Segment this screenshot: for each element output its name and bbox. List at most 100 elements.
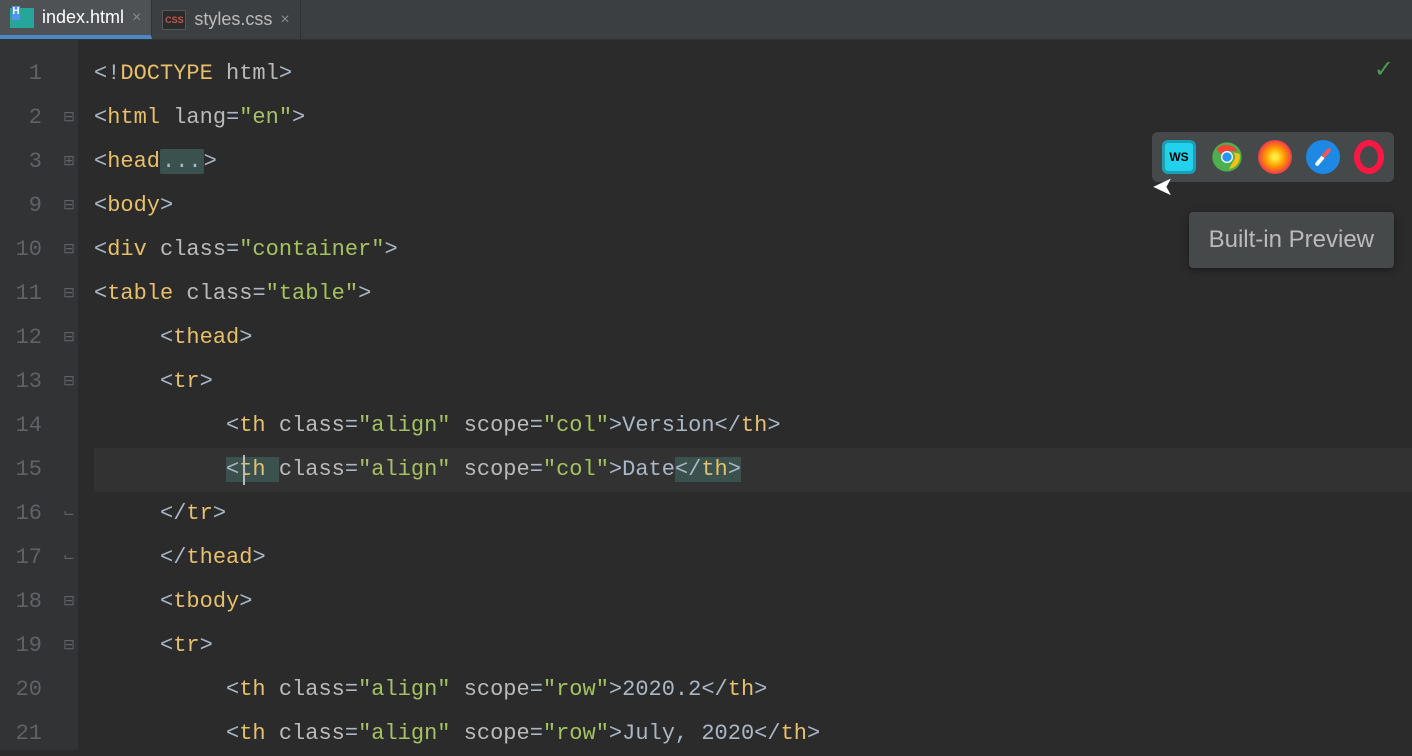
syntax-punc: = [252, 281, 265, 306]
code-line[interactable]: <tbody> [94, 580, 1412, 624]
syntax-punc: > [754, 677, 767, 702]
code-line[interactable]: <th class="align" scope="row">2020.2</th… [94, 668, 1412, 712]
syntax-tag: head [107, 149, 160, 174]
syntax-punc: < [160, 369, 173, 394]
syntax-punc: < [160, 325, 173, 350]
syntax-tag: div [107, 237, 160, 262]
syntax-punc: = [345, 721, 358, 746]
syntax-val: "row" [543, 677, 609, 702]
syntax-val: "col" [543, 413, 609, 438]
syntax-punc: </ [715, 413, 741, 438]
code-line[interactable]: <tr> [94, 624, 1412, 668]
code-line[interactable]: <th class="align" scope="col">Version</t… [94, 404, 1412, 448]
syntax-val: "table" [266, 281, 358, 306]
syntax-punc: > [807, 721, 820, 746]
line-number: 12 [0, 316, 42, 360]
fold-collapse-icon[interactable]: ⊟ [60, 184, 78, 228]
fold-end-icon[interactable]: ⌙ [60, 492, 78, 536]
fold-collapse-icon[interactable]: ⊟ [60, 360, 78, 404]
syntax-val: "align" [358, 413, 464, 438]
syntax-punc: < [226, 457, 239, 482]
code-line[interactable]: <tr> [94, 360, 1412, 404]
syntax-val: "en" [239, 105, 292, 130]
firefox-icon[interactable] [1258, 140, 1292, 174]
syntax-tag: tbody [173, 589, 239, 614]
fold-end-icon[interactable]: ⌙ [60, 536, 78, 580]
syntax-punc: </ [675, 457, 701, 482]
syntax-punc: < [160, 589, 173, 614]
syntax-attr: class [160, 237, 226, 262]
fold-none [60, 712, 78, 756]
tab-label: styles.css [194, 9, 272, 30]
syntax-attr: html [226, 61, 279, 86]
code-line[interactable]: <table class="table"> [94, 272, 1412, 316]
syntax-tag: th [239, 721, 279, 746]
safari-icon[interactable] [1306, 140, 1340, 174]
tab-index-html[interactable]: index.html× [0, 0, 152, 39]
syntax-punc: > [609, 677, 622, 702]
fold-collapse-icon[interactable]: ⊟ [60, 316, 78, 360]
close-icon[interactable]: × [132, 9, 141, 27]
syntax-punc: = [530, 721, 543, 746]
syntax-punc: > [204, 149, 217, 174]
inspection-ok-icon[interactable]: ✓ [1374, 55, 1394, 85]
fold-collapse-icon[interactable]: ⊟ [60, 96, 78, 140]
fold-column[interactable]: ⊟⊞⊟⊟⊟⊟⊟⌙⌙⊟⊟ [60, 40, 78, 750]
syntax-tag: thead [186, 545, 252, 570]
syntax-punc: <! [94, 61, 120, 86]
webstorm-preview-icon[interactable]: WS [1162, 140, 1196, 174]
html-file-icon [10, 8, 34, 28]
syntax-val: "container" [239, 237, 384, 262]
code-line[interactable]: <th class="align" scope="row">July, 2020… [94, 712, 1412, 756]
syntax-tag: html [107, 105, 173, 130]
syntax-tag: th [239, 457, 279, 482]
syntax-attr: scope [464, 721, 530, 746]
fold-none [60, 448, 78, 492]
line-number: 2 [0, 96, 42, 140]
syntax-tag: body [107, 193, 160, 218]
fold-none [60, 52, 78, 96]
syntax-punc: > [213, 501, 226, 526]
fold-collapse-icon[interactable]: ⊟ [60, 624, 78, 668]
syntax-punc: < [94, 149, 107, 174]
syntax-tag: table [107, 281, 186, 306]
syntax-punc: = [226, 237, 239, 262]
syntax-punc: > [292, 105, 305, 130]
syntax-attr: class [186, 281, 252, 306]
syntax-punc: > [279, 61, 292, 86]
code-line[interactable]: <thead> [94, 316, 1412, 360]
tab-styles-css[interactable]: CSSstyles.css× [152, 0, 300, 39]
code-line[interactable]: <th class="align" scope="col">Date</th> [94, 448, 1412, 492]
syntax-punc: </ [754, 721, 780, 746]
syntax-text: July, 2020 [622, 721, 754, 746]
code-line[interactable]: <!DOCTYPE html> [94, 52, 1412, 96]
line-number: 20 [0, 668, 42, 712]
syntax-punc: > [609, 721, 622, 746]
fold-expand-icon[interactable]: ⊞ [60, 140, 78, 184]
fold-collapse-icon[interactable]: ⊟ [60, 580, 78, 624]
opera-icon[interactable] [1354, 140, 1384, 174]
syntax-punc: </ [701, 677, 727, 702]
preview-tooltip: Built-in Preview [1189, 212, 1394, 268]
line-number: 3 [0, 140, 42, 184]
syntax-punc: = [530, 457, 543, 482]
syntax-val: "col" [543, 457, 609, 482]
syntax-attr: class [279, 677, 345, 702]
mouse-cursor-icon: ➤ [1152, 172, 1174, 203]
close-icon[interactable]: × [280, 11, 289, 29]
syntax-punc: < [226, 413, 239, 438]
line-number: 11 [0, 272, 42, 316]
line-number: 10 [0, 228, 42, 272]
syntax-punc: > [239, 589, 252, 614]
syntax-attr: class [279, 413, 345, 438]
code-line[interactable]: </thead> [94, 536, 1412, 580]
code-line[interactable]: </tr> [94, 492, 1412, 536]
chrome-icon[interactable] [1210, 140, 1244, 174]
fold-collapse-icon[interactable]: ⊟ [60, 272, 78, 316]
fold-collapse-icon[interactable]: ⊟ [60, 228, 78, 272]
fold-none [60, 668, 78, 712]
syntax-punc: > [200, 633, 213, 658]
line-number: 15 [0, 448, 42, 492]
syntax-punc: > [200, 369, 213, 394]
line-number: 21 [0, 712, 42, 756]
